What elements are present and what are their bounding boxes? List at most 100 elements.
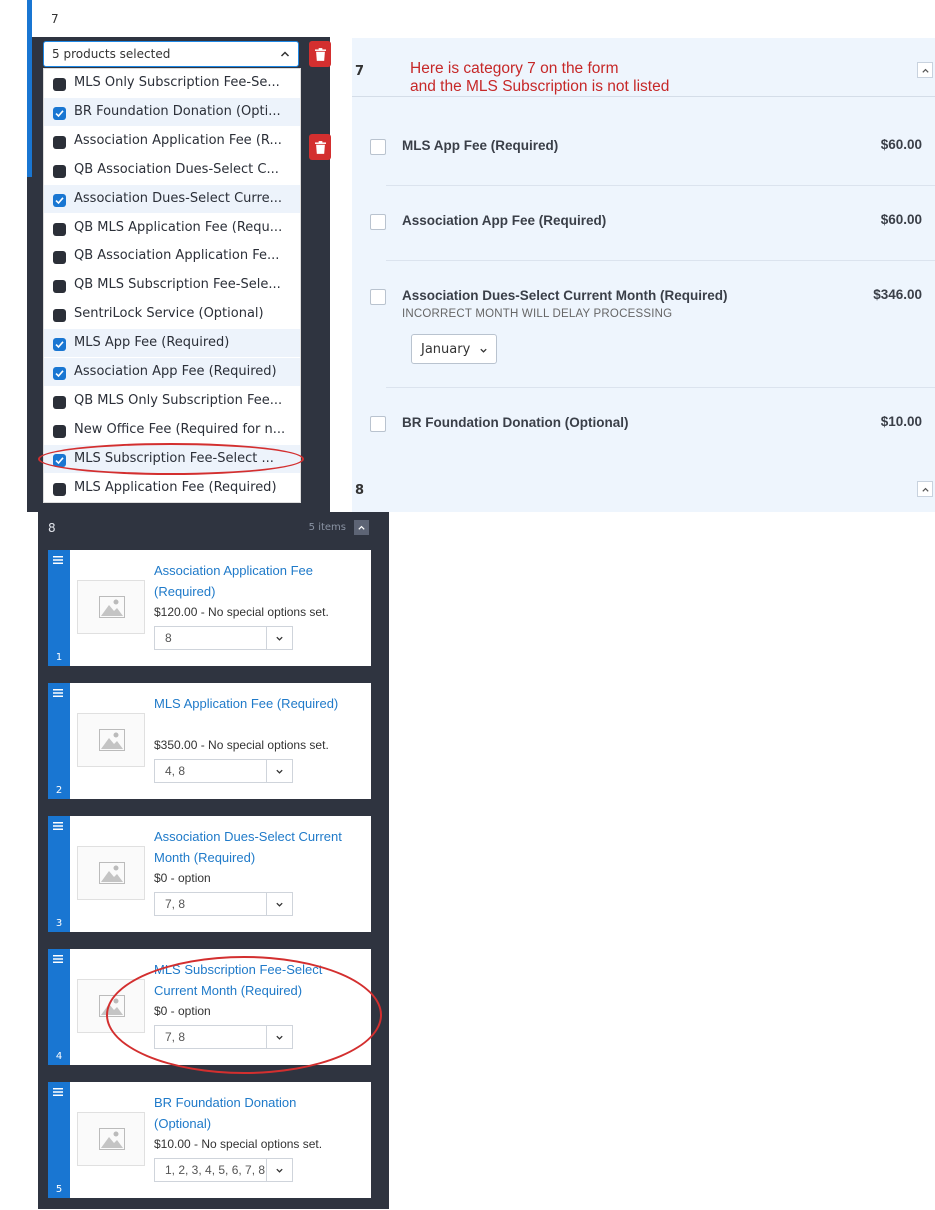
option-label: Association Dues-Select Curre... xyxy=(74,190,282,206)
drag-handle[interactable]: 5 xyxy=(48,1082,70,1198)
option-label: MLS Only Subscription Fee-Se... xyxy=(74,75,280,90)
month-select[interactable]: January xyxy=(411,334,497,364)
option-checkbox[interactable] xyxy=(53,453,66,467)
product-option[interactable]: SentriLock Service (Optional) xyxy=(44,300,300,328)
product-option[interactable]: New Office Fee (Required for n... xyxy=(44,416,300,444)
dropdown-toggle[interactable] xyxy=(266,893,292,915)
item-category-value: 4, 8 xyxy=(165,764,186,778)
item-thumbnail xyxy=(77,713,145,767)
product-option[interactable]: QB MLS Application Fee (Requ... xyxy=(44,214,300,242)
item-title[interactable]: Association Application Fee (Required) xyxy=(154,560,354,602)
option-checkbox[interactable] xyxy=(53,338,66,352)
checkmark-icon xyxy=(55,196,64,204)
collapse-button[interactable] xyxy=(354,520,369,535)
products-multiselect[interactable]: 5 products selected xyxy=(43,41,299,67)
option-checkbox[interactable] xyxy=(53,367,66,380)
item-category-select[interactable]: 7, 8 xyxy=(154,1025,293,1049)
option-checkbox[interactable] xyxy=(53,395,66,409)
option-label: Association Application Fee (R... xyxy=(74,132,282,148)
category-accent-bar-lower xyxy=(27,37,32,177)
option-label: QB Association Dues-Select C... xyxy=(74,161,279,177)
product-option[interactable]: MLS Only Subscription Fee-Se... xyxy=(44,69,300,97)
item-card[interactable]: 1 Association Application Fee (Required) $… xyxy=(48,550,371,666)
product-option[interactable]: BR Foundation Donation (Opti... xyxy=(44,97,300,126)
drag-handle[interactable]: 3 xyxy=(48,816,70,932)
option-checkbox[interactable] xyxy=(53,222,66,236)
product-subtext: INCORRECT MONTH WILL DELAY PROCESSING xyxy=(402,308,673,320)
option-checkbox[interactable] xyxy=(53,78,66,91)
item-index: 2 xyxy=(55,785,63,796)
item-card[interactable]: 4 MLS Subscription Fee-Select Current Mon… xyxy=(48,949,371,1065)
divider xyxy=(386,185,935,186)
checkmark-icon xyxy=(55,110,64,118)
option-checkbox[interactable] xyxy=(53,135,66,149)
category-accent-bar xyxy=(27,0,32,37)
option-label: QB MLS Subscription Fee-Sele... xyxy=(74,277,281,293)
item-category-select[interactable]: 1, 2, 3, 4, 5, 6, 7, 8 xyxy=(154,1158,293,1182)
product-price: $60.00 xyxy=(880,137,922,152)
section-number: 7 xyxy=(355,64,365,79)
dropdown-toggle[interactable] xyxy=(266,1026,292,1048)
dropdown-toggle[interactable] xyxy=(266,1159,292,1181)
dropdown-toggle[interactable] xyxy=(266,627,292,649)
drag-grip-icon xyxy=(53,822,63,830)
drag-handle[interactable]: 2 xyxy=(48,683,70,799)
delete-button[interactable] xyxy=(309,134,331,160)
item-index: 3 xyxy=(55,918,63,929)
collapse-button[interactable] xyxy=(917,481,933,497)
image-placeholder-icon xyxy=(99,1128,125,1150)
product-option[interactable]: QB MLS Only Subscription Fee... xyxy=(44,387,300,415)
option-label: SentriLock Service (Optional) xyxy=(74,306,264,322)
chevron-down-icon xyxy=(276,636,283,641)
option-checkbox[interactable] xyxy=(53,309,66,323)
trash-icon xyxy=(314,47,326,61)
product-option[interactable]: QB MLS Subscription Fee-Sele... xyxy=(44,271,300,299)
product-checkbox[interactable] xyxy=(370,416,386,432)
item-title[interactable]: BR Foundation Donation (Optional) xyxy=(154,1092,354,1134)
item-title[interactable]: Association Dues-Select Current Month (R… xyxy=(154,826,354,868)
drag-grip-icon xyxy=(53,689,63,697)
option-checkbox[interactable] xyxy=(53,424,66,438)
option-checkbox[interactable] xyxy=(53,106,66,120)
item-thumbnail xyxy=(77,846,145,900)
option-checkbox[interactable] xyxy=(53,280,66,294)
delete-button[interactable] xyxy=(309,41,331,67)
product-option[interactable]: MLS App Fee (Required) xyxy=(44,329,300,358)
item-title[interactable]: MLS Application Fee (Required) xyxy=(154,693,354,714)
category-number: 7 xyxy=(51,12,59,26)
drag-handle[interactable]: 1 xyxy=(48,550,70,666)
drag-handle[interactable]: 4 xyxy=(48,949,70,1065)
product-checkbox[interactable] xyxy=(370,139,386,155)
collapse-button[interactable] xyxy=(917,62,933,78)
option-label: BR Foundation Donation (Opti... xyxy=(74,103,281,119)
product-option[interactable]: QB Association Dues-Select C... xyxy=(44,156,300,184)
product-name: Association App Fee (Required) xyxy=(402,213,607,228)
annotation-note-line: and the MLS Subscription is not listed xyxy=(410,78,670,95)
option-label: MLS Application Fee (Required) xyxy=(74,479,277,495)
product-price: $346.00 xyxy=(873,287,922,302)
item-card[interactable]: 5 BR Foundation Donation (Optional) $10.00… xyxy=(48,1082,371,1198)
item-category-select[interactable]: 4, 8 xyxy=(154,759,293,783)
chevron-up-icon xyxy=(358,525,365,530)
item-category-select[interactable]: 8 xyxy=(154,626,293,650)
option-label: Association App Fee (Required) xyxy=(74,364,277,379)
product-name: Association Dues-Select Current Month (R… xyxy=(402,288,728,303)
product-option[interactable]: MLS Subscription Fee-Select ... xyxy=(44,444,300,473)
item-card[interactable]: 3 Association Dues-Select Current Month (… xyxy=(48,816,371,932)
product-checkbox[interactable] xyxy=(370,289,386,305)
option-checkbox[interactable] xyxy=(53,482,66,496)
product-option[interactable]: Association App Fee (Required) xyxy=(44,358,300,386)
option-checkbox[interactable] xyxy=(53,164,66,178)
item-card[interactable]: 2 MLS Application Fee (Required) $350.00 -… xyxy=(48,683,371,799)
option-checkbox[interactable] xyxy=(53,193,66,207)
product-price: $10.00 xyxy=(880,414,922,429)
item-category-select[interactable]: 7, 8 xyxy=(154,892,293,916)
product-option[interactable]: QB Association Application Fe... xyxy=(44,242,300,270)
product-checkbox[interactable] xyxy=(370,214,386,230)
dropdown-toggle[interactable] xyxy=(266,760,292,782)
product-option[interactable]: Association Dues-Select Curre... xyxy=(44,184,300,213)
item-title[interactable]: MLS Subscription Fee-Select Current Mont… xyxy=(154,959,354,1001)
product-option[interactable]: Association Application Fee (R... xyxy=(44,127,300,155)
product-option[interactable]: MLS Application Fee (Required) xyxy=(44,474,300,502)
option-checkbox[interactable] xyxy=(53,251,66,265)
